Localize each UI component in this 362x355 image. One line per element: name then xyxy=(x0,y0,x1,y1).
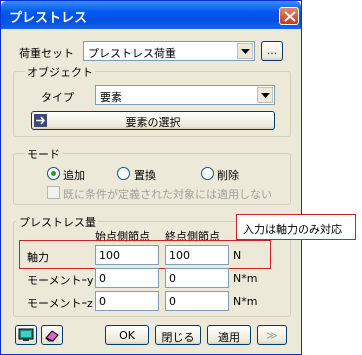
select-elements-button[interactable]: 要素の選択 xyxy=(31,111,275,130)
axial-end-input[interactable]: 100 xyxy=(165,245,229,265)
load-set-value: プレストレス荷重 xyxy=(88,47,176,60)
close-icon xyxy=(284,11,296,22)
axial-start-value: 100 xyxy=(99,249,120,262)
object-group-title: オブジェクト xyxy=(25,64,95,80)
moment-z-end-value: 0 xyxy=(169,295,176,308)
window-title: プレストレス xyxy=(9,11,88,26)
prestress-dialog: プレストレス 荷重セット プレストレス荷重 ... オブジェクト タイプ 要素 … xyxy=(0,0,302,355)
axial-label: 軸力 xyxy=(27,251,49,264)
chevron-down-icon[interactable] xyxy=(257,87,273,103)
browse-button[interactable]: ... xyxy=(261,41,283,61)
eraser-icon xyxy=(45,330,59,342)
mode-delete-radio[interactable] xyxy=(201,167,214,180)
monitor-icon xyxy=(18,328,34,341)
axial-unit: N xyxy=(233,249,242,262)
axial-end-value: 100 xyxy=(169,249,190,262)
type-select[interactable]: 要素 xyxy=(95,85,275,105)
moment-y-end-value: 0 xyxy=(169,272,176,285)
type-value: 要素 xyxy=(100,91,122,104)
mode-replace-label: 置換 xyxy=(134,169,156,182)
chevron-down-icon[interactable] xyxy=(237,43,253,59)
apply-button[interactable]: 適用 xyxy=(207,325,251,345)
moment-y-start-input[interactable]: 0 xyxy=(95,268,159,288)
ok-button[interactable]: OK xyxy=(105,325,149,345)
moment-z-start-input[interactable]: 0 xyxy=(95,291,159,311)
moment-z-end-input[interactable]: 0 xyxy=(165,291,229,311)
moment-z-start-value: 0 xyxy=(99,295,106,308)
mode-replace-radio[interactable] xyxy=(117,167,130,180)
moment-y-end-input[interactable]: 0 xyxy=(165,268,229,288)
eraser-button[interactable] xyxy=(41,325,63,345)
type-label: タイプ xyxy=(41,91,74,104)
select-elements-label: 要素の選択 xyxy=(125,116,181,129)
moment-y-label: モーメントｰy xyxy=(27,274,94,287)
moment-y-start-value: 0 xyxy=(99,272,106,285)
axial-start-input[interactable]: 100 xyxy=(95,245,159,265)
moment-z-unit: N*m xyxy=(233,295,258,308)
monitor-button[interactable] xyxy=(15,325,37,345)
title-bar[interactable]: プレストレス xyxy=(1,1,301,29)
moment-y-unit: N*m xyxy=(233,272,258,285)
skip-defined-label: 既に条件が定義された対象には適用しない xyxy=(63,188,272,201)
select-arrow-icon xyxy=(34,114,47,127)
prestress-group-title: プレストレス量 xyxy=(17,214,98,230)
close-button[interactable] xyxy=(279,7,299,25)
mode-add-label: 追加 xyxy=(63,169,85,182)
skip-defined-checkbox[interactable] xyxy=(47,186,60,199)
expand-button[interactable]: ≫ xyxy=(257,325,287,345)
mode-add-radio[interactable] xyxy=(47,167,60,180)
mode-group-title: モード xyxy=(25,146,62,162)
mode-delete-label: 削除 xyxy=(217,169,239,182)
moment-z-label: モーメントｰz xyxy=(27,297,93,310)
annotation-text: 入力は軸力のみ対応 xyxy=(243,223,342,236)
annotation-callout: 入力は軸力のみ対応 xyxy=(236,214,356,240)
load-set-select[interactable]: プレストレス荷重 xyxy=(83,41,255,61)
load-set-label: 荷重セット xyxy=(19,47,74,60)
close-dialog-button[interactable]: 閉じる xyxy=(155,325,201,345)
